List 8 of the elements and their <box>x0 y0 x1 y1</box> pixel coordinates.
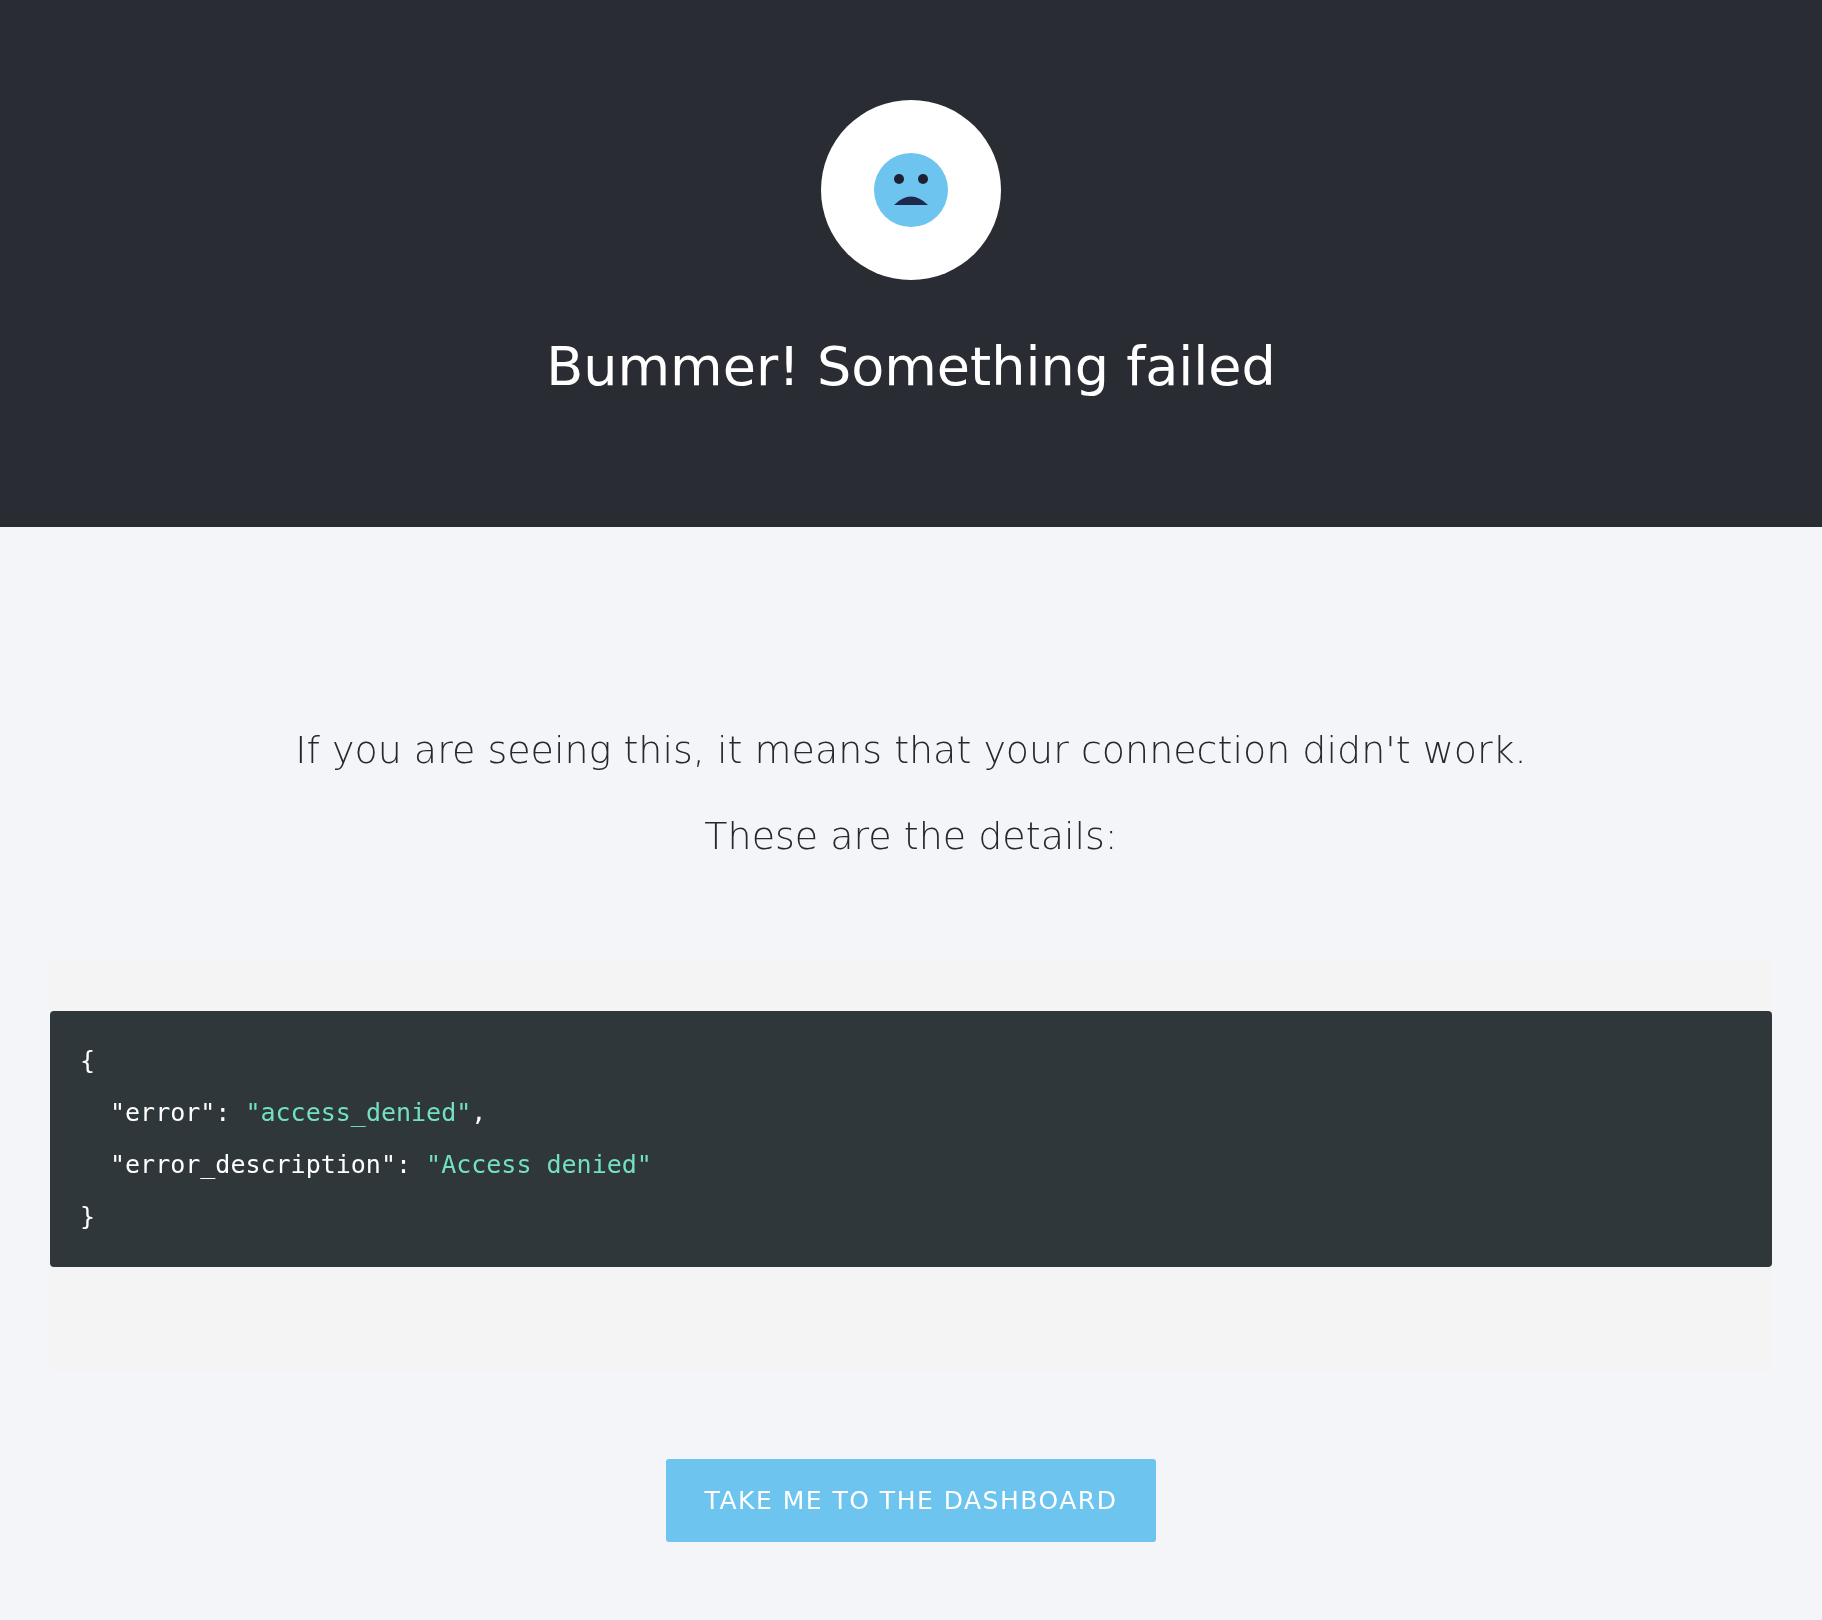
message-text: If you are seeing this, it means that your connection didn't work. <box>295 727 1527 774</box>
message-text: These are the details: <box>704 813 1118 860</box>
page-title: Bummer! Something failed <box>546 340 1276 394</box>
code-line: { <box>80 1045 97 1077</box>
dashboard-button[interactable]: TAKE ME TO THE DASHBOARD <box>666 1459 1156 1542</box>
code-line: "error": "access_denied", <box>109 1097 488 1129</box>
code-line: "error_description": "Access denied" <box>109 1149 653 1181</box>
code-line: } <box>80 1201 97 1233</box>
